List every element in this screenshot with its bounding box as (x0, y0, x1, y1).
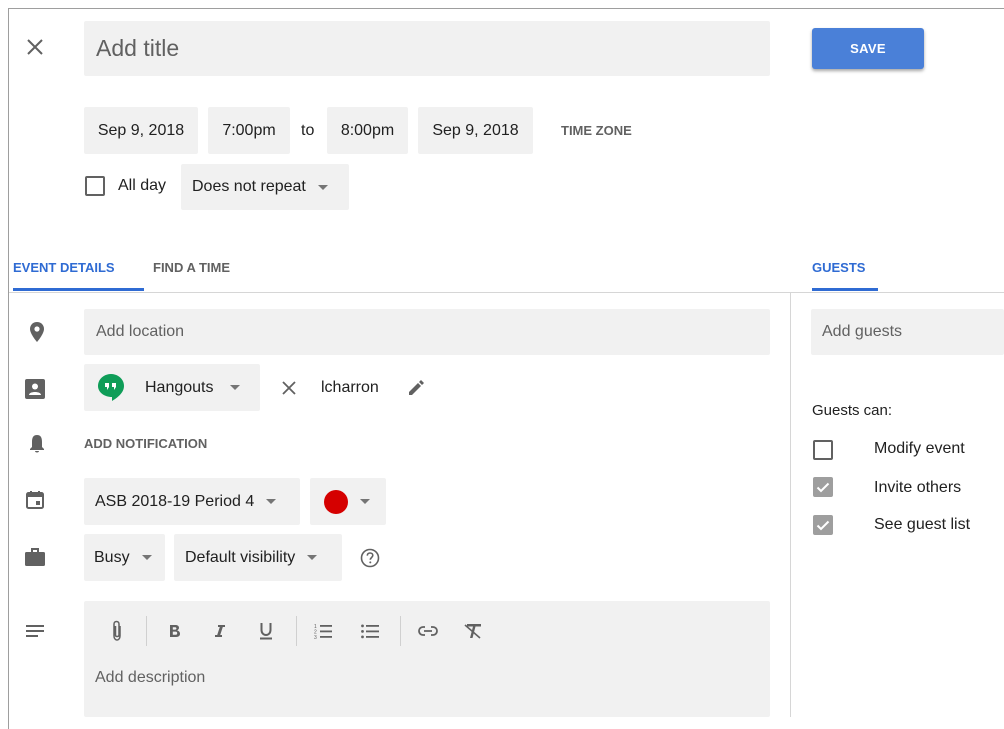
add-guests-input[interactable]: Add guests (811, 309, 1004, 355)
link-icon[interactable] (416, 615, 440, 647)
location-placeholder: Add location (96, 323, 185, 340)
availability-dropdown[interactable]: Busy (84, 534, 165, 581)
toolbar-separator (146, 616, 147, 646)
modify-event-label: Modify event (874, 440, 965, 457)
all-day-label: All day (118, 177, 167, 194)
tab-guests[interactable]: GUESTS (812, 260, 865, 275)
end-time-picker[interactable]: 8:00pm (327, 107, 408, 154)
checkmark-icon (816, 482, 830, 492)
notes-icon (25, 624, 45, 638)
location-input[interactable]: Add location (84, 309, 770, 355)
conference-id: lcharron (321, 379, 379, 396)
start-time-picker[interactable]: 7:00pm (208, 107, 290, 154)
see-guest-list-label: See guest list (874, 516, 971, 533)
briefcase-icon (24, 546, 46, 568)
start-time-text: 7:00pm (222, 121, 276, 139)
bold-icon[interactable] (164, 615, 186, 647)
repeat-dropdown[interactable]: Does not repeat (181, 164, 349, 210)
to-label: to (301, 121, 315, 139)
end-date-picker[interactable]: Sep 9, 2018 (418, 107, 533, 154)
numbered-list-icon[interactable]: 123 (312, 615, 334, 647)
calendar-value: ASB 2018-19 Period 4 (95, 492, 255, 510)
end-time-text: 8:00pm (340, 121, 395, 139)
start-date-text: Sep 9, 2018 (97, 121, 185, 139)
modify-event-checkbox[interactable] (813, 440, 833, 460)
repeat-value: Does not repeat (192, 178, 306, 195)
attachment-icon[interactable] (106, 615, 128, 647)
add-notification-button[interactable]: ADD NOTIFICATION (84, 436, 207, 451)
title-placeholder: Add title (96, 35, 180, 61)
bell-icon (27, 433, 47, 455)
tab-find-a-time[interactable]: FIND A TIME (153, 260, 230, 275)
title-input[interactable]: Add title (84, 21, 770, 76)
tabs-divider (9, 292, 1004, 293)
conference-icon (24, 378, 46, 400)
event-color-swatch (324, 489, 348, 514)
time-zone-button[interactable]: TIME ZONE (561, 107, 632, 154)
svg-text:3: 3 (314, 635, 317, 639)
conference-dropdown[interactable]: Hangouts (84, 364, 260, 411)
clear-formatting-icon[interactable] (461, 615, 485, 647)
add-guests-placeholder: Add guests (822, 323, 903, 340)
guests-can-heading: Guests can: (812, 402, 893, 419)
all-day-checkbox[interactable] (85, 176, 105, 196)
location-pin-icon (28, 321, 46, 343)
hangouts-icon (98, 374, 124, 401)
description-placeholder: Add description (95, 669, 206, 686)
chevron-down-icon (141, 555, 152, 560)
close-icon[interactable] (20, 30, 50, 64)
chevron-down-icon (229, 385, 240, 390)
invite-others-label: Invite others (874, 479, 962, 496)
chevron-down-icon (360, 499, 370, 504)
column-divider (790, 293, 791, 717)
conference-value: Hangouts (145, 378, 214, 396)
end-date-text: Sep 9, 2018 (432, 121, 519, 139)
toolbar-separator (400, 616, 401, 646)
underline-icon[interactable] (255, 615, 277, 647)
visibility-dropdown[interactable]: Default visibility (174, 534, 342, 581)
visibility-value: Default visibility (185, 548, 296, 566)
remove-conference-icon[interactable] (278, 377, 300, 399)
tab-event-details[interactable]: EVENT DETAILS (13, 260, 115, 275)
start-date-picker[interactable]: Sep 9, 2018 (84, 107, 198, 154)
chevron-down-icon (317, 184, 328, 190)
chevron-down-icon (307, 555, 318, 560)
calendar-dropdown[interactable]: ASB 2018-19 Period 4 (84, 478, 300, 525)
italic-icon[interactable] (209, 615, 231, 647)
calendar-icon (25, 489, 45, 511)
bulleted-list-icon[interactable] (359, 615, 381, 647)
invite-others-checkbox[interactable] (813, 477, 833, 497)
toolbar-separator (296, 616, 297, 646)
event-color-dropdown[interactable] (310, 478, 386, 525)
pencil-icon[interactable] (405, 377, 427, 399)
active-tab-indicator (13, 288, 144, 291)
availability-value: Busy (94, 548, 130, 566)
checkmark-icon (816, 520, 830, 530)
help-icon[interactable] (359, 547, 381, 569)
save-button[interactable]: SAVE (812, 28, 924, 69)
guests-tab-indicator (812, 288, 878, 291)
see-guest-list-checkbox[interactable] (813, 515, 833, 535)
chevron-down-icon (266, 499, 277, 504)
